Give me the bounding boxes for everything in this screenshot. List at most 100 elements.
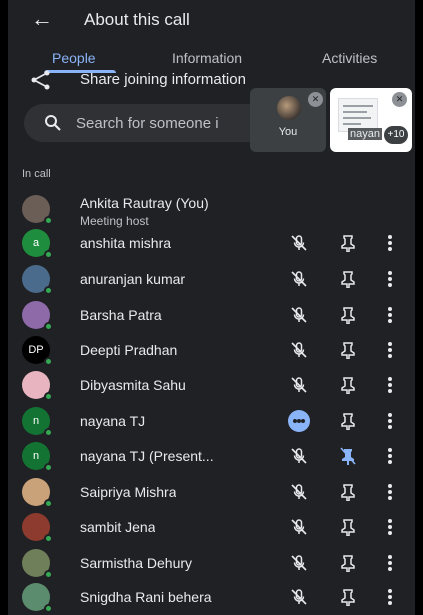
more-options-icon[interactable] [387, 554, 393, 572]
pin-icon[interactable] [340, 306, 356, 325]
participant-row[interactable]: a anshita mishra [8, 226, 415, 260]
more-options-icon[interactable] [387, 518, 393, 536]
avatar-initials: DP [28, 344, 44, 356]
avatar [22, 371, 53, 401]
participant-row[interactable]: Saipriya Mishra [8, 475, 415, 509]
online-status-dot [44, 570, 53, 579]
more-options-icon[interactable] [387, 447, 393, 465]
online-status-dot [44, 286, 53, 295]
more-options-icon[interactable] [387, 341, 393, 359]
pin-icon[interactable] [340, 483, 356, 502]
speaking-indicator-icon [288, 410, 310, 432]
share-label: Share joining information [80, 71, 246, 88]
online-status-dot [44, 250, 53, 259]
participant-row[interactable]: Barsha Patra [8, 298, 415, 332]
participant-row[interactable]: sambit Jena [8, 510, 415, 544]
participant-name: Snigdha Rani behera [80, 589, 212, 605]
more-options-icon[interactable] [387, 270, 393, 288]
participant-name: Saipriya Mishra [80, 484, 177, 500]
self-video-tile[interactable]: ✕ You [250, 88, 326, 152]
pin-icon[interactable] [340, 376, 356, 395]
online-status-dot [44, 322, 53, 331]
participant-name: Ankita Rautray (You) [80, 195, 209, 211]
participant-row[interactable]: n nayana TJ [8, 404, 415, 438]
mic-off-icon[interactable] [290, 554, 308, 572]
more-participants-count[interactable]: +10 [384, 126, 408, 144]
tab-people[interactable]: People [52, 50, 96, 66]
online-status-dot [44, 216, 53, 225]
avatar [277, 96, 301, 120]
mic-off-icon[interactable] [290, 447, 308, 465]
avatar [22, 583, 53, 613]
arrow-left-icon[interactable]: ← [28, 6, 56, 34]
avatar: n [22, 442, 53, 472]
participant-name: sambit Jena [80, 519, 156, 535]
mic-off-icon: ✕ [308, 92, 323, 107]
header: ← About this call [8, 0, 415, 42]
tab-activities[interactable]: Activities [322, 50, 377, 66]
mic-off-icon[interactable] [290, 270, 308, 288]
avatar: DP [22, 336, 53, 366]
participant-row[interactable]: DP Deepti Pradhan [8, 333, 415, 367]
mic-off-icon[interactable] [290, 518, 308, 536]
mic-off-icon[interactable] [290, 306, 308, 324]
presentation-tile[interactable]: ✕ nayan +10 [330, 88, 412, 152]
online-status-dot [44, 392, 53, 401]
participant-name: anshita mishra [80, 235, 172, 251]
more-options-icon[interactable] [387, 588, 393, 606]
more-options-icon[interactable] [387, 376, 393, 394]
mic-off-icon[interactable] [290, 376, 308, 394]
section-label: In call [22, 168, 51, 180]
unpin-icon[interactable] [340, 447, 356, 465]
avatar [22, 549, 53, 579]
more-options-icon[interactable] [387, 234, 393, 252]
more-options-icon[interactable] [387, 483, 393, 501]
search-icon [45, 115, 61, 131]
avatar [22, 265, 53, 295]
avatar: n [22, 407, 53, 437]
pin-icon[interactable] [340, 412, 356, 431]
mic-off-icon[interactable] [290, 483, 308, 501]
avatar-initials: n [32, 450, 40, 462]
online-status-dot [44, 428, 53, 437]
participant-name: Dibyasmita Sahu [80, 377, 186, 393]
pin-icon[interactable] [340, 554, 356, 573]
pin-icon[interactable] [340, 588, 356, 607]
more-options-icon[interactable] [387, 306, 393, 324]
avatar-initials: n [32, 415, 40, 427]
participant-row[interactable]: Sarmistha Dehury [8, 546, 415, 580]
tab-information[interactable]: Information [172, 50, 242, 66]
participant-name: nayana TJ (Present... [80, 448, 214, 464]
mic-off-icon: ✕ [392, 92, 407, 107]
call-details-panel: ← About this call People Information Act… [8, 0, 415, 615]
mic-off-icon[interactable] [290, 341, 308, 359]
mic-off-icon[interactable] [290, 588, 308, 606]
mic-off-icon[interactable] [290, 234, 308, 252]
online-status-dot [44, 534, 53, 543]
online-status-dot [44, 357, 53, 366]
pin-icon[interactable] [340, 518, 356, 537]
participant-name: Sarmistha Dehury [80, 555, 193, 571]
online-status-dot [44, 604, 53, 613]
participant-row[interactable]: Dibyasmita Sahu [8, 368, 415, 402]
participant-row[interactable]: Snigdha Rani behera [8, 580, 415, 614]
pin-icon[interactable] [340, 341, 356, 360]
participant-name: nayana TJ [80, 413, 146, 429]
online-status-dot [44, 463, 53, 472]
share-icon [31, 70, 50, 90]
presenter-name: nayan [348, 128, 382, 140]
participant-row[interactable]: Ankita Rautray (You) Meeting host [8, 192, 415, 228]
pin-icon[interactable] [340, 270, 356, 289]
more-options-icon[interactable] [387, 412, 393, 430]
self-tile-label: You [278, 126, 298, 138]
avatar [22, 478, 53, 508]
participant-row[interactable]: n nayana TJ (Present... [8, 439, 415, 473]
participant-row[interactable]: anuranjan kumar [8, 262, 415, 296]
participant-name: Deepti Pradhan [80, 342, 178, 358]
avatar-initials: a [32, 237, 40, 249]
pin-icon[interactable] [340, 234, 356, 253]
avatar [22, 195, 53, 225]
avatar [22, 301, 53, 331]
presentation-thumbnail [338, 98, 378, 132]
avatar: a [22, 229, 53, 259]
